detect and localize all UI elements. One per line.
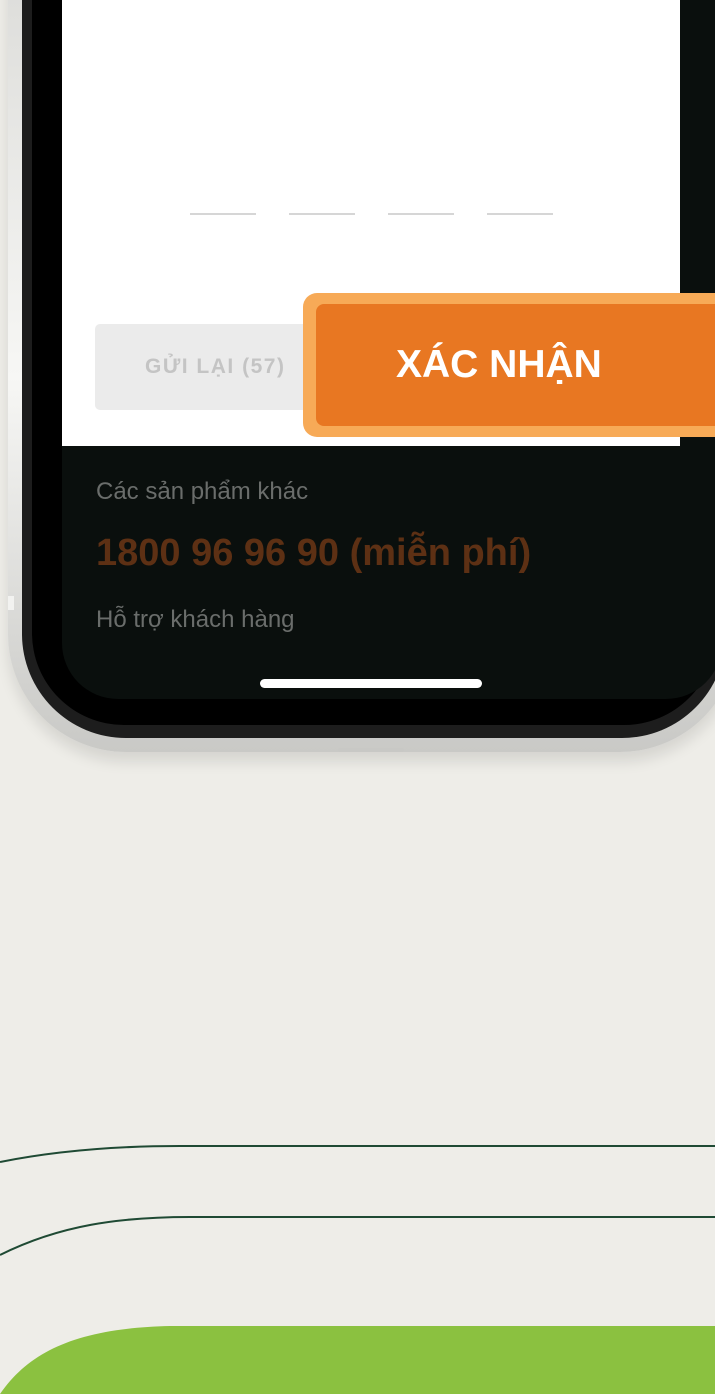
phone-speaker-grille <box>338 748 404 752</box>
phone-side-button <box>8 596 14 610</box>
otp-digit-input[interactable] <box>190 213 256 215</box>
otp-digit-input[interactable] <box>487 213 553 215</box>
otp-digit-input[interactable] <box>289 213 355 215</box>
decorative-curve-line <box>0 1216 715 1256</box>
otp-input-group <box>190 213 553 215</box>
decorative-curve-line <box>0 1145 715 1163</box>
resend-code-label: GỬI LẠI (57) <box>145 355 286 378</box>
background-decoration <box>0 1145 715 1394</box>
otp-digit-input[interactable] <box>388 213 454 215</box>
hotline-number[interactable]: 1800 96 96 90 (miễn phí) <box>96 532 531 575</box>
other-products-link[interactable]: Các sản phẩm khác <box>96 478 308 506</box>
home-indicator[interactable] <box>260 679 482 688</box>
confirm-button[interactable]: XÁC NHẬN <box>316 304 715 426</box>
confirm-button-label: XÁC NHẬN <box>396 343 602 386</box>
decorative-green-shape <box>0 1326 715 1394</box>
customer-support-link[interactable]: Hỗ trợ khách hàng <box>96 606 295 634</box>
